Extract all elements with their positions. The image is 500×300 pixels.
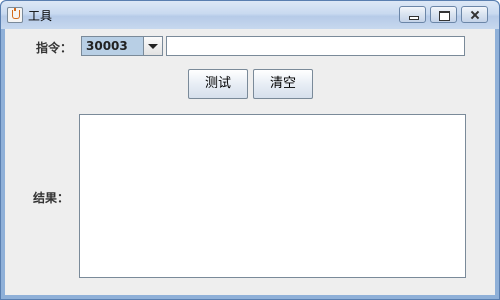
- java-cup-icon: [7, 7, 23, 23]
- minimize-button[interactable]: [399, 6, 426, 23]
- command-input[interactable]: [166, 36, 465, 56]
- close-button[interactable]: [461, 6, 488, 23]
- command-selected-value: 30003: [86, 39, 128, 53]
- content-panel: 指令： 30003 测试 清空 结果：: [5, 29, 495, 295]
- command-dropdown[interactable]: 30003: [81, 36, 163, 56]
- title-bar[interactable]: 工具: [1, 1, 499, 29]
- clear-button[interactable]: 清空: [253, 69, 313, 99]
- window-title: 工具: [28, 9, 53, 23]
- command-label: 指令：: [36, 41, 73, 55]
- test-button[interactable]: 测试: [188, 69, 248, 99]
- result-label: 结果：: [33, 191, 70, 205]
- app-window: 工具 指令： 30003 测试 清空 结果：: [0, 0, 500, 300]
- result-textarea[interactable]: [79, 114, 466, 278]
- chevron-down-icon[interactable]: [143, 37, 162, 55]
- maximize-button[interactable]: [430, 6, 457, 23]
